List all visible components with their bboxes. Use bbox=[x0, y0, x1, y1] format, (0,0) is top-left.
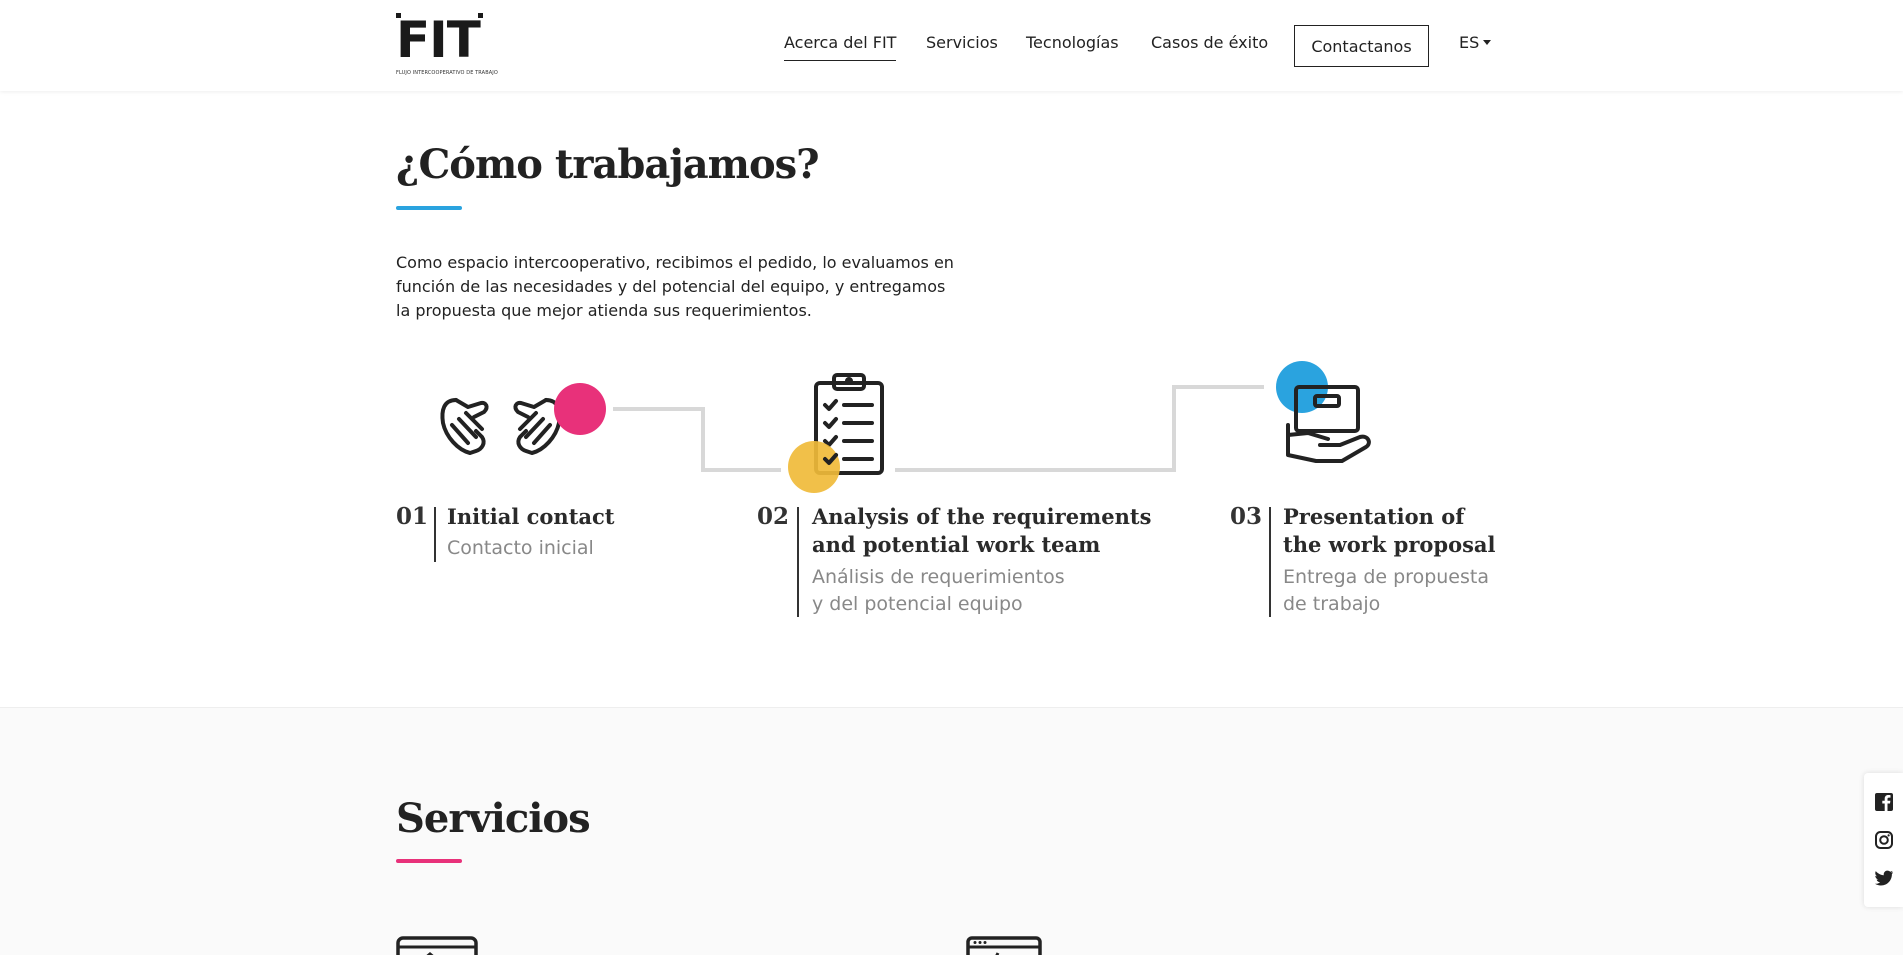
services-title: Servicios bbox=[396, 795, 591, 842]
code-window-icon bbox=[966, 936, 1042, 955]
handshake-icon bbox=[440, 398, 562, 455]
step-divider bbox=[1269, 507, 1271, 617]
step-subtitle-line: Entrega de propuesta bbox=[1283, 566, 1489, 588]
step-subtitle: Entrega de propuesta de trabajo bbox=[1283, 564, 1489, 618]
step-subtitle-line: de trabajo bbox=[1283, 593, 1381, 615]
step-number: 02 bbox=[757, 503, 790, 530]
step-title-line: Initial contact bbox=[447, 504, 615, 529]
step-subtitle: Análisis de requerimientos y del potenci… bbox=[812, 564, 1065, 618]
contact-button[interactable]: Contactanos bbox=[1294, 25, 1429, 67]
nav-tecnologias[interactable]: Tecnologías bbox=[1026, 33, 1119, 52]
how-we-work-title: ¿Cómo trabajamos? bbox=[396, 141, 820, 188]
step-divider bbox=[434, 507, 436, 562]
step-divider bbox=[797, 507, 799, 617]
step-subtitle-line: y del potencial equipo bbox=[812, 593, 1023, 615]
step-title-line: Presentation of bbox=[1283, 504, 1465, 529]
services-accent-bar bbox=[396, 859, 462, 863]
process-illustration bbox=[440, 361, 1371, 493]
services-section bbox=[0, 707, 1903, 955]
step-subtitle: Contacto inicial bbox=[447, 535, 594, 562]
step-subtitle-line: Análisis de requerimientos bbox=[812, 566, 1065, 588]
step-number: 03 bbox=[1230, 503, 1263, 530]
connector-line-2 bbox=[895, 385, 1264, 472]
caret-down-icon bbox=[1483, 40, 1492, 45]
social-sidebar bbox=[1864, 773, 1903, 907]
how-we-work-intro: Como espacio intercooperativo, recibimos… bbox=[396, 253, 954, 320]
nav-casos[interactable]: Casos de éxito bbox=[1151, 33, 1268, 52]
site-header: FIT FLUJO INTERCOOPERATIVO DE TRABAJO Ac… bbox=[0, 0, 1903, 91]
instagram-icon[interactable] bbox=[1874, 830, 1894, 850]
facebook-icon[interactable] bbox=[1874, 792, 1894, 812]
step2-dot bbox=[788, 441, 840, 493]
title-accent-bar bbox=[396, 206, 462, 210]
language-dropdown[interactable]: ES bbox=[1459, 33, 1492, 52]
nav-acerca[interactable]: Acerca del FIT bbox=[784, 33, 897, 61]
logo-subtitle: FLUJO INTERCOOPERATIVO DE TRABAJO bbox=[396, 70, 498, 76]
step-title-line: the work proposal bbox=[1283, 532, 1496, 557]
nav-servicios[interactable]: Servicios bbox=[926, 33, 998, 52]
step-title: Analysis of the requirements and potenti… bbox=[812, 503, 1151, 559]
fit-logo[interactable]: FIT FLUJO INTERCOOPERATIVO DE TRABAJO bbox=[396, 11, 498, 79]
twitter-icon[interactable] bbox=[1874, 868, 1894, 888]
logo-wordmark: FIT bbox=[396, 11, 481, 69]
step-title-line: and potential work team bbox=[812, 532, 1101, 557]
step1-dot bbox=[554, 383, 606, 435]
language-label: ES bbox=[1459, 33, 1480, 52]
step-subtitle-line: Contacto inicial bbox=[447, 537, 594, 559]
browser-window-icon bbox=[396, 936, 478, 955]
step-title: Initial contact bbox=[447, 503, 615, 531]
step-title-line: Analysis of the requirements bbox=[812, 504, 1152, 529]
connector-line-1 bbox=[613, 407, 781, 472]
step-number: 01 bbox=[396, 503, 429, 530]
step-title: Presentation of the work proposal bbox=[1283, 503, 1496, 559]
